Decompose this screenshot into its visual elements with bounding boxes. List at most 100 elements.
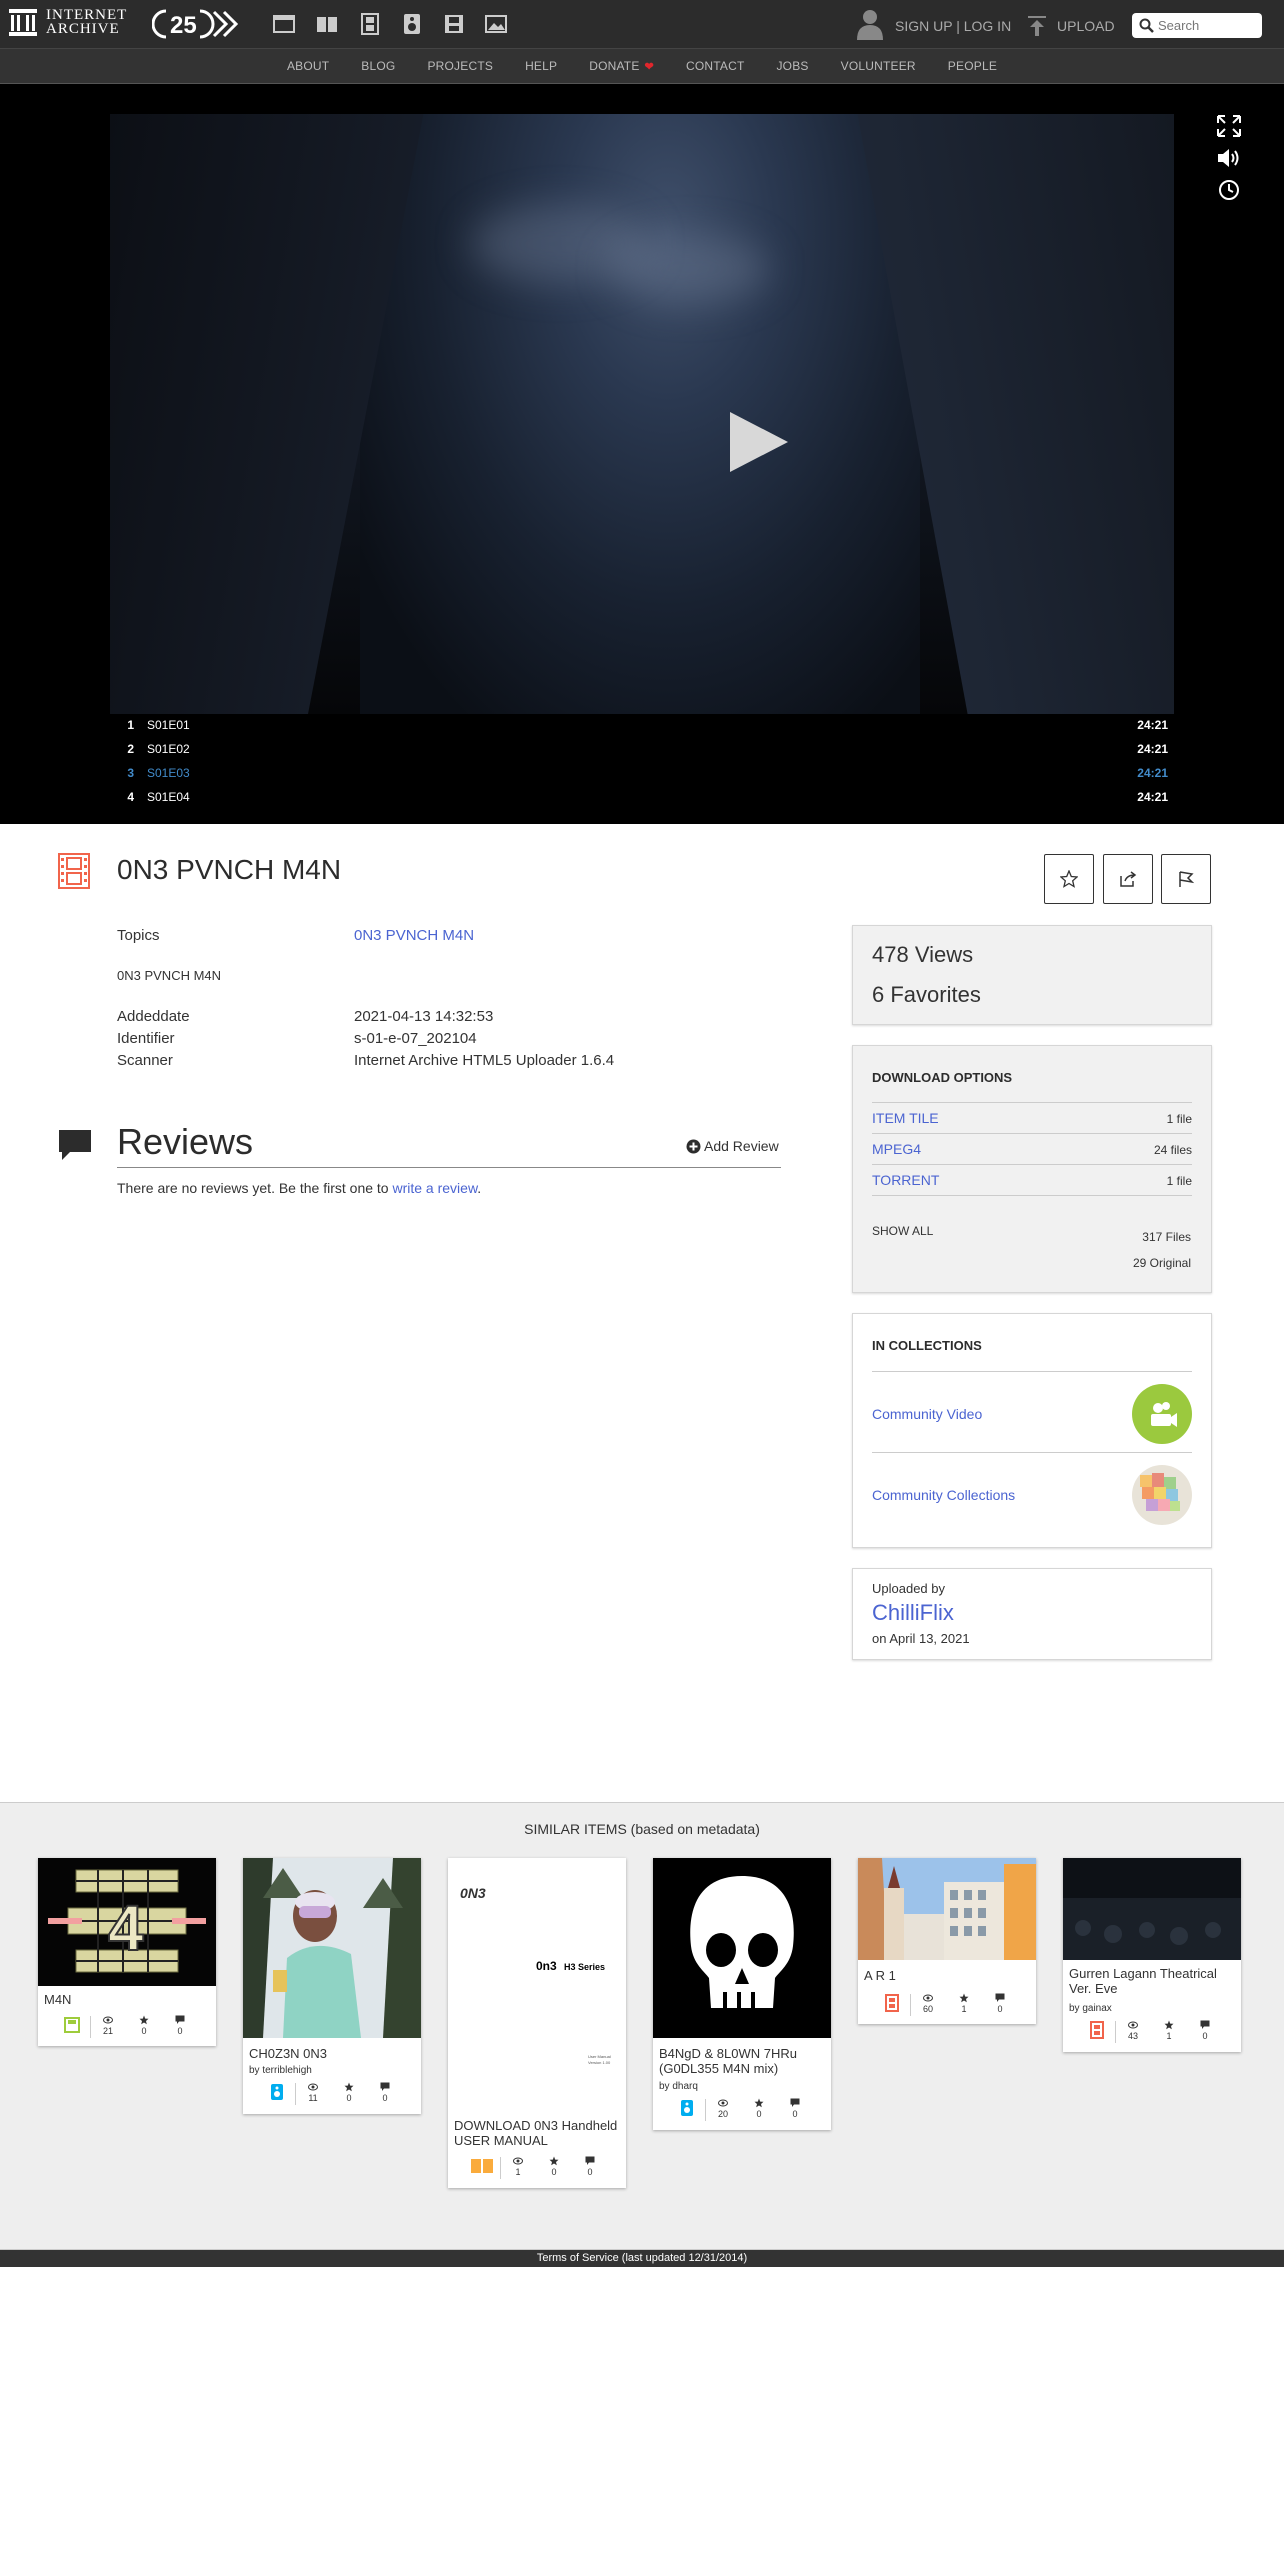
share-icon <box>1120 871 1137 887</box>
community-video-thumb[interactable] <box>1132 1384 1192 1444</box>
playlist-duration: 24:21 <box>1137 718 1168 732</box>
nav-contact[interactable]: CONTACT <box>686 59 745 73</box>
audio-icon[interactable] <box>401 13 423 35</box>
favorites-stat: 0 <box>331 2080 367 2106</box>
manual-footnote: User Manual <box>588 2054 611 2059</box>
item-thumbnail[interactable] <box>243 1858 421 2038</box>
manual-series-suffix: H3 Series <box>564 1962 605 1972</box>
collection-link[interactable]: Community Collections <box>872 1487 1015 1503</box>
views-count: 60 <box>922 2004 933 2014</box>
item-thumbnail[interactable] <box>653 1858 831 2038</box>
similar-item-card[interactable]: 4 M4N 21 0 0 <box>38 1858 216 2046</box>
item-thumbnail[interactable] <box>858 1858 1036 1960</box>
audio-icon <box>271 2084 283 2100</box>
similar-item-title[interactable]: M4N <box>44 1992 212 2007</box>
playlist-item[interactable]: 1 S01E01 24:21 <box>110 712 1174 736</box>
download-divider <box>872 1195 1192 1196</box>
software-icon[interactable] <box>443 13 465 35</box>
upload-link[interactable]: UPLOAD <box>1057 18 1115 34</box>
play-icon[interactable] <box>728 410 790 474</box>
volume-icon[interactable] <box>1216 146 1242 170</box>
video-icon[interactable] <box>359 13 381 35</box>
share-button[interactable] <box>1103 854 1153 904</box>
similar-item-title[interactable]: DOWNLOAD 0N3 Handheld USER MANUAL <box>454 2118 622 2148</box>
user-icon[interactable] <box>855 8 885 40</box>
item-thumbnail[interactable] <box>1063 1858 1241 1960</box>
search-icon[interactable] <box>1139 18 1154 33</box>
reviews-count: 0 <box>382 2093 388 2103</box>
write-review-link[interactable]: write a review <box>392 1180 477 1196</box>
footer-terms-link[interactable]: Terms of Service (last updated 12/31/201… <box>0 2250 1284 2267</box>
reviews-count: 0 <box>587 2167 593 2177</box>
playlist-item-active[interactable]: 3 S01E03 24:21 <box>110 760 1174 784</box>
collection-link[interactable]: Community Video <box>872 1406 982 1422</box>
original-files: 29 Original <box>1132 1256 1191 1270</box>
upload-icon[interactable] <box>1027 15 1047 37</box>
playlist-item[interactable]: 2 S01E02 24:21 <box>110 736 1174 760</box>
similar-item-card[interactable]: CH0Z3N 0N3 by terriblehigh 11 0 0 <box>243 1858 421 2114</box>
similar-item-title[interactable]: B4NgD & 8L0WN 7HRu (G0DL355 M4N mix) <box>659 2046 827 2076</box>
web-icon[interactable] <box>273 13 295 35</box>
nav-people[interactable]: PEOPLE <box>948 59 997 73</box>
views-count: 11 <box>308 2093 318 2103</box>
item-thumbnail[interactable]: 0N3 0n3 H3 Series User Manual Version 1.… <box>448 1858 626 2110</box>
community-collections-thumb[interactable] <box>1132 1465 1192 1525</box>
similar-item-card[interactable]: A R 1 60 1 0 <box>858 1858 1036 2024</box>
comment-icon <box>1200 2020 1210 2029</box>
community-collections-icon <box>1132 1465 1192 1525</box>
nav-volunteer[interactable]: VOLUNTEER <box>841 59 916 73</box>
signup-login-link[interactable]: SIGN UP | LOG IN <box>895 18 1011 34</box>
collection-row[interactable]: Community Collections <box>872 1452 1192 1532</box>
similar-item-card[interactable]: B4NgD & 8L0WN 7HRu (G0DL355 M4N mix) by … <box>653 1858 831 2130</box>
similar-item-creator[interactable]: by gainax <box>1069 2003 1112 2014</box>
images-icon[interactable] <box>485 13 507 35</box>
download-format-link[interactable]: MPEG4 <box>872 1141 921 1157</box>
download-file-count: 1 file <box>1166 1112 1192 1126</box>
nav-projects[interactable]: PROJECTS <box>427 59 493 73</box>
search-box[interactable] <box>1132 13 1262 38</box>
identifier-value: s-01-e-07_202104 <box>354 1030 477 1047</box>
nav-help[interactable]: HELP <box>525 59 557 73</box>
eye-icon <box>308 2083 318 2091</box>
clock-icon[interactable] <box>1216 178 1242 202</box>
nav-about[interactable]: ABOUT <box>287 59 329 73</box>
texts-icon[interactable] <box>316 13 338 35</box>
reviews-empty-message: There are no reviews yet. Be the first o… <box>117 1180 393 1196</box>
internet-archive-logo[interactable] <box>8 7 38 37</box>
video-theater: 1 S01E01 24:21 2 S01E02 24:21 3 S01E03 24:21 4… <box>0 84 1284 824</box>
show-all-link[interactable]: SHOW ALL <box>872 1224 933 1238</box>
archive-temple-icon <box>9 9 37 36</box>
similar-item-title[interactable]: CH0Z3N 0N3 <box>249 2046 417 2061</box>
collection-row[interactable]: Community Video <box>872 1371 1192 1451</box>
nav-blog[interactable]: BLOG <box>361 59 395 73</box>
logo-text[interactable]: Internet Archive <box>46 8 146 37</box>
similar-item-title[interactable]: Gurren Lagann Theatrical Ver. Eve <box>1069 1966 1237 1996</box>
flag-button[interactable] <box>1161 854 1211 904</box>
similar-item-card[interactable]: 0N3 0n3 H3 Series User Manual Version 1.… <box>448 1858 626 2188</box>
topics-link[interactable]: 0N3 PVNCH M4N <box>354 927 474 944</box>
similar-item-title[interactable]: A R 1 <box>864 1968 1032 1983</box>
fullscreen-icon[interactable] <box>1216 114 1242 138</box>
reviews-stat: 0 <box>572 2154 608 2180</box>
search-input[interactable] <box>1158 16 1254 35</box>
download-row[interactable]: TORRENT 1 file <box>872 1164 1192 1195</box>
video-player[interactable] <box>110 114 1174 714</box>
anniversary-25-badge[interactable]: 25 <box>152 8 248 40</box>
download-format-link[interactable]: ITEM TILE <box>872 1110 939 1126</box>
playlist-item[interactable]: 4 S01E04 24:21 <box>110 784 1174 808</box>
similar-item-card[interactable]: Gurren Lagann Theatrical Ver. Eve by gai… <box>1063 1858 1241 2052</box>
similar-item-creator[interactable]: by dharq <box>659 2081 698 2092</box>
nav-jobs[interactable]: JOBS <box>776 59 808 73</box>
download-row[interactable]: MPEG4 24 files <box>872 1133 1192 1164</box>
favorite-button[interactable] <box>1044 854 1094 904</box>
nav-donate[interactable]: DONATE ❤ <box>589 59 654 73</box>
download-row[interactable]: ITEM TILE 1 file <box>872 1102 1192 1133</box>
similar-item-creator[interactable]: by terriblehigh <box>249 2065 312 2076</box>
item-description: 0N3 PVNCH M4N <box>117 968 222 983</box>
download-format-link[interactable]: TORRENT <box>872 1172 939 1188</box>
playlist-number: 4 <box>127 790 134 804</box>
add-review-button[interactable]: Add Review <box>686 1138 779 1154</box>
uploader-link[interactable]: ChilliFlix <box>872 1600 954 1626</box>
item-thumbnail[interactable]: 4 <box>38 1858 216 1986</box>
collections-panel: IN COLLECTIONS Community Video Community… <box>852 1313 1212 1548</box>
